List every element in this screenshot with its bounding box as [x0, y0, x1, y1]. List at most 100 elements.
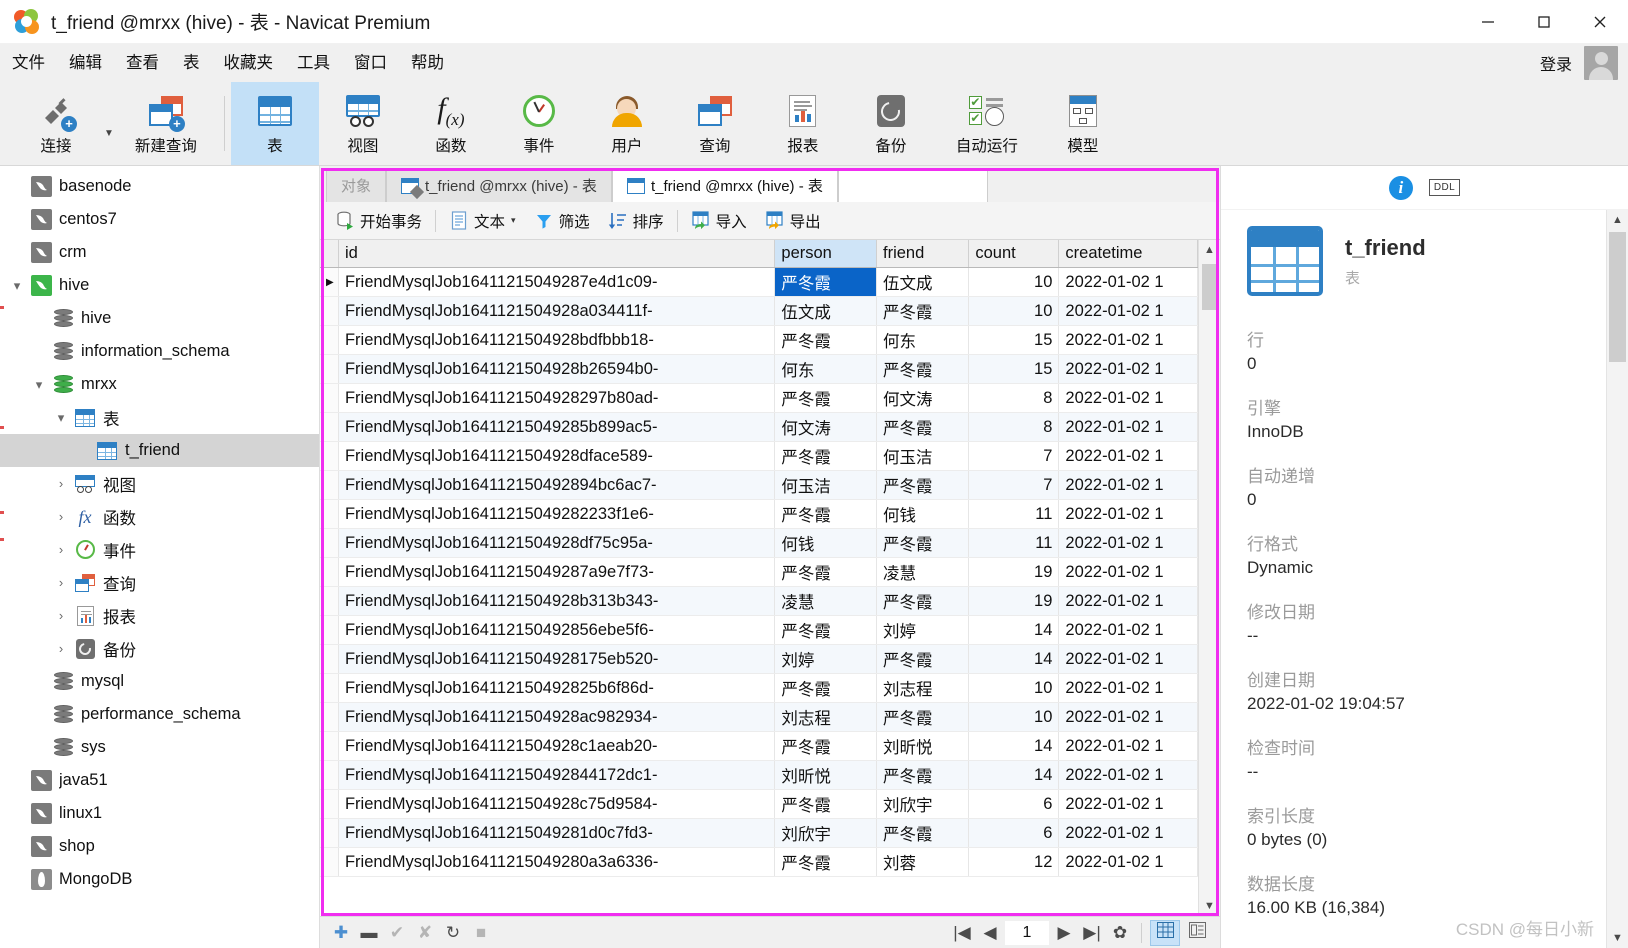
row-marker[interactable] — [320, 847, 339, 877]
cell-person[interactable]: 严冬霞 — [774, 731, 877, 761]
table-row[interactable]: FriendMysqlJob164112150492825b6f86d- 严冬霞刘… — [320, 673, 1198, 703]
scroll-up-icon[interactable]: ▲ — [1607, 210, 1628, 230]
cell-id[interactable]: FriendMysqlJob1641121504928297b80ad- — [338, 383, 776, 413]
toolbar-backup[interactable]: 备份 — [847, 82, 935, 165]
sidebar-node--[interactable]: › 事件 — [0, 533, 319, 566]
cell-id[interactable]: FriendMysqlJob1641121504928b26594b0- — [338, 354, 776, 384]
cell-person[interactable]: 严冬霞 — [774, 499, 877, 529]
cell-count[interactable]: 7 — [968, 441, 1060, 471]
chevron-right-icon[interactable]: › — [50, 509, 72, 524]
cell-person[interactable]: 严冬霞 — [774, 441, 877, 471]
cell-createtime[interactable]: 2022-01-02 1 — [1058, 702, 1198, 732]
cell-person[interactable]: 伍文成 — [774, 296, 877, 326]
table-row[interactable]: FriendMysqlJob1641121504928297b80ad- 严冬霞何… — [320, 383, 1198, 413]
delete-record-button[interactable]: ▬ — [356, 920, 382, 946]
cell-person[interactable]: 刘欣宇 — [774, 818, 877, 848]
sidebar-node-linux1[interactable]: linux1 — [0, 797, 319, 830]
chevron-down-icon[interactable]: ▾ — [6, 278, 28, 294]
text-dropdown-caret-icon[interactable]: ▾ — [511, 215, 516, 226]
menu-favorites[interactable]: 收藏夹 — [212, 44, 286, 82]
cell-id[interactable]: FriendMysqlJob16411215049287e4d1c09- — [338, 267, 776, 297]
menu-window[interactable]: 窗口 — [342, 44, 399, 82]
refresh-button[interactable]: ↻ — [440, 920, 466, 946]
column-header-id[interactable]: id — [338, 240, 776, 268]
cell-friend[interactable]: 刘蓉 — [876, 847, 970, 877]
sidebar-node-centos7[interactable]: centos7 — [0, 203, 319, 236]
minimize-button[interactable] — [1460, 0, 1516, 44]
cell-count[interactable]: 8 — [968, 412, 1060, 442]
toolbar-new-query[interactable]: + 新建查询 — [114, 82, 218, 165]
first-page-button[interactable]: |◀ — [949, 920, 975, 946]
table-row[interactable]: FriendMysqlJob1641121504928a034411f- 伍文成严… — [320, 296, 1198, 326]
cell-count[interactable]: 15 — [968, 325, 1060, 355]
cell-id[interactable]: FriendMysqlJob1641121504928b313b343- — [338, 586, 776, 616]
menu-help[interactable]: 帮助 — [399, 44, 456, 82]
chevron-down-icon[interactable]: ▾ — [50, 410, 72, 426]
row-marker[interactable] — [320, 789, 339, 819]
cell-count[interactable]: 10 — [968, 673, 1060, 703]
chevron-down-icon[interactable]: ▾ — [28, 377, 50, 393]
cell-friend[interactable]: 伍文成 — [876, 267, 970, 297]
table-row[interactable]: FriendMysqlJob164112150492856ebe5f6- 严冬霞刘… — [320, 615, 1198, 645]
sidebar-node-mysql[interactable]: mysql — [0, 665, 319, 698]
table-row[interactable]: FriendMysqlJob16411215049282233f1e6- 严冬霞何… — [320, 499, 1198, 529]
cell-createtime[interactable]: 2022-01-02 1 — [1058, 615, 1198, 645]
column-header-count[interactable]: count — [968, 240, 1060, 268]
cell-count[interactable]: 7 — [968, 470, 1060, 500]
import-button[interactable]: 导入 — [682, 206, 756, 236]
scroll-thumb[interactable] — [1202, 264, 1217, 310]
sidebar-node-sys[interactable]: sys — [0, 731, 319, 764]
avatar[interactable] — [1584, 46, 1618, 80]
scroll-up-icon[interactable]: ▲ — [1199, 240, 1220, 260]
cell-id[interactable]: FriendMysqlJob16411215049281d0c7fd3- — [338, 818, 776, 848]
ddl-tab-icon[interactable]: DDL — [1428, 179, 1461, 196]
sidebar-node-java51[interactable]: java51 — [0, 764, 319, 797]
scroll-thumb[interactable] — [1609, 232, 1626, 362]
cell-id[interactable]: FriendMysqlJob164112150492825b6f86d- — [338, 673, 776, 703]
cell-friend[interactable]: 刘婷 — [876, 615, 970, 645]
cell-id[interactable]: FriendMysqlJob164112150492844172dc1- — [338, 760, 776, 790]
toolbar-report[interactable]: 报表 — [759, 82, 847, 165]
row-marker[interactable] — [320, 818, 339, 848]
cell-id[interactable]: FriendMysqlJob1641121504928175eb520- — [338, 644, 776, 674]
sidebar-node--[interactable]: ▾ 表 — [0, 401, 319, 434]
menu-edit[interactable]: 编辑 — [57, 44, 114, 82]
cell-count[interactable]: 12 — [968, 847, 1060, 877]
cell-createtime[interactable]: 2022-01-02 1 — [1058, 557, 1198, 587]
row-marker[interactable] — [320, 586, 339, 616]
toolbar-model[interactable]: 模型 — [1039, 82, 1127, 165]
tab-objects[interactable]: 对象 — [326, 168, 387, 202]
cell-friend[interactable]: 何玉洁 — [876, 441, 970, 471]
cell-person[interactable]: 严冬霞 — [774, 267, 877, 297]
row-marker[interactable] — [320, 354, 339, 384]
close-button[interactable] — [1572, 0, 1628, 44]
menu-table[interactable]: 表 — [171, 44, 212, 82]
login-link[interactable]: 登录 — [1540, 51, 1572, 75]
row-marker[interactable] — [320, 615, 339, 645]
tab-table-design[interactable]: t_friend @mrxx (hive) - 表 — [386, 168, 612, 202]
sidebar-node--[interactable]: › 视图 — [0, 467, 319, 500]
cell-id[interactable]: FriendMysqlJob164112150492856ebe5f6- — [338, 615, 776, 645]
menu-file[interactable]: 文件 — [0, 44, 57, 82]
row-marker[interactable] — [320, 470, 339, 500]
sidebar-node--[interactable]: › 备份 — [0, 632, 319, 665]
table-row[interactable]: FriendMysqlJob1641121504928c1aeab20- 严冬霞刘… — [320, 731, 1198, 761]
toolbar-event[interactable]: 事件 — [495, 82, 583, 165]
row-marker[interactable] — [320, 760, 339, 790]
cell-id[interactable]: FriendMysqlJob16411215049287a9e7f73- — [338, 557, 776, 587]
sort-button[interactable]: 排序 — [599, 206, 673, 236]
sidebar-node-basenode[interactable]: basenode — [0, 170, 319, 203]
sidebar-node-t_friend[interactable]: t_friend — [0, 434, 319, 467]
cell-count[interactable]: 14 — [968, 731, 1060, 761]
next-page-button[interactable]: ▶ — [1051, 920, 1077, 946]
cell-person[interactable]: 严冬霞 — [774, 557, 877, 587]
table-row[interactable]: FriendMysqlJob164112150492844172dc1- 刘昕悦严… — [320, 760, 1198, 790]
cell-id[interactable]: FriendMysqlJob164112150492894bc6ac7- — [338, 470, 776, 500]
grid-settings-button[interactable]: ✿ — [1107, 920, 1133, 946]
cell-person[interactable]: 何钱 — [774, 528, 877, 558]
sidebar-node--[interactable]: › fx 函数 — [0, 500, 319, 533]
sidebar-node-hive[interactable]: hive — [0, 302, 319, 335]
menu-view[interactable]: 查看 — [114, 44, 171, 82]
cell-createtime[interactable]: 2022-01-02 1 — [1058, 354, 1198, 384]
text-button[interactable]: 文本 ▾ — [440, 206, 525, 236]
